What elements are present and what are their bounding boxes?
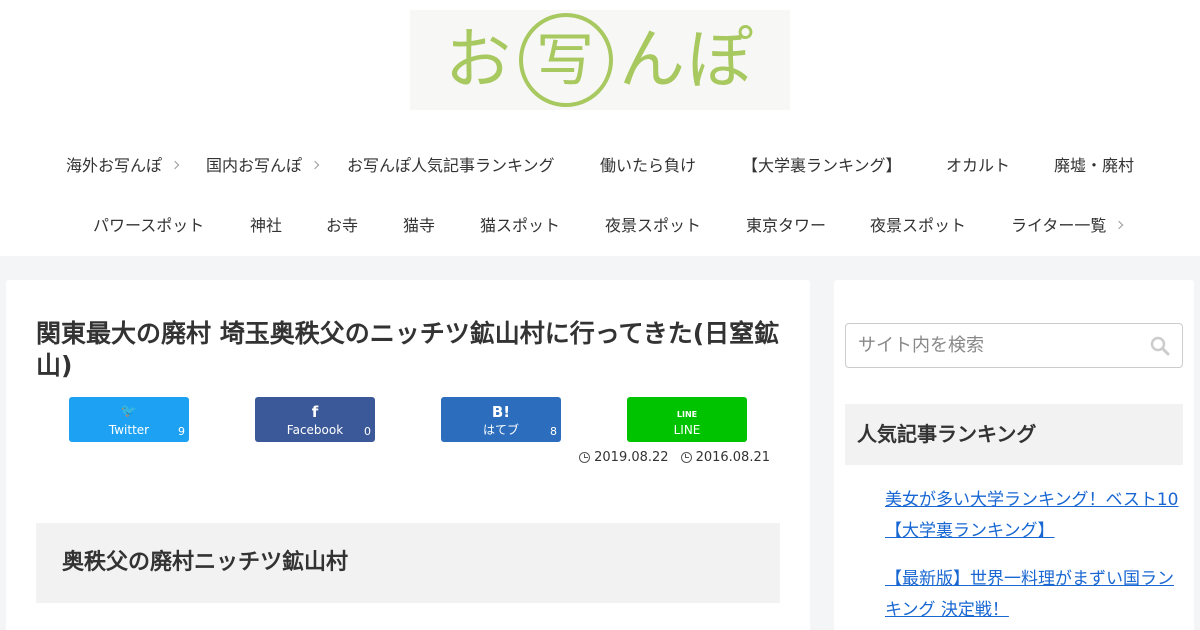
nav-item-label: 夜景スポット [870, 216, 967, 235]
search-box [845, 323, 1183, 368]
chevron-down-icon [310, 160, 320, 170]
article-card: 関東最大の廃村 埼玉奥秩父のニッチツ鉱山村に行ってきた(日窒鉱山) 🐦 Twitt… [6, 280, 810, 630]
nav-item-row1-2[interactable]: 国内お写んぽ [206, 136, 320, 196]
nav-item-label: オカルト [946, 156, 1011, 175]
nav-item-row2-7[interactable]: 東京タワー [746, 196, 826, 256]
share-label: Facebook [286, 423, 344, 437]
chevron-down-icon [170, 160, 180, 170]
nav-item-row1-5[interactable]: 【大学裏ランキング】 [742, 136, 902, 196]
site-header: お 写 んぽ 海外お写んぽ 国内お写んぽ お写んぽ人気記事ランキング 働いたら負け 【大… [0, 0, 1200, 256]
site-logo[interactable]: お 写 んぽ [410, 10, 790, 110]
nav-item-label: 夜景スポット [605, 216, 702, 235]
logo-char-npo: んぽ [619, 21, 755, 98]
nav-item-label: 国内お写んぽ [206, 156, 303, 175]
nav-item-row1-6[interactable]: オカルト [946, 136, 1010, 196]
nav-item-row1-4[interactable]: 働いたら負け [600, 136, 696, 196]
nav-item-label: ライター一覧 [1011, 216, 1107, 235]
share-button-はてブ[interactable]: B! はてブ 8 [441, 397, 561, 442]
nav-item-label: 猫スポット [480, 216, 561, 235]
share-count: 0 [364, 425, 371, 438]
section-heading: 奥秩父の廃村ニッチツ鉱山村 [36, 523, 780, 603]
facebook-icon: f [311, 403, 319, 421]
nav-item-row2-3[interactable]: お寺 [326, 196, 358, 256]
nav-item-row2-4[interactable]: 猫寺 [403, 196, 435, 256]
share-label: Twitter [108, 423, 150, 437]
nav-item-label: 神社 [250, 216, 283, 235]
nav-item-row1-7[interactable]: 廃墟・廃村 [1054, 136, 1134, 196]
sidebar: 人気記事ランキング 美女が多い大学ランキング！ベスト10【大学裏ランキング】 【… [834, 280, 1194, 630]
logo-circle-emblem: 写 [519, 13, 613, 107]
nav-item-row2-9[interactable]: ライター一覧 [1011, 196, 1124, 256]
nav-item-label: 東京タワー [746, 216, 827, 235]
nav-item-row2-6[interactable]: 夜景スポット [605, 196, 701, 256]
share-button-facebook[interactable]: f Facebook 0 [255, 397, 375, 442]
nav-item-label: お写んぽ人気記事ランキング [347, 156, 555, 175]
share-button-twitter[interactable]: 🐦 Twitter 9 [69, 397, 189, 442]
article-title: 関東最大の廃村 埼玉奥秩父のニッチツ鉱山村に行ってきた(日窒鉱山) [36, 319, 780, 380]
chevron-down-icon [1115, 220, 1124, 230]
published-date-text: 2016.08.21 [695, 450, 770, 465]
line-icon: LINE [676, 410, 698, 419]
nav-item-label: 【大学裏ランキング】 [742, 156, 902, 175]
nav-item-label: 海外お写んぽ [66, 156, 163, 175]
published-date: 2016.08.21 [680, 450, 770, 465]
logo-wordmark: お 写 んぽ [445, 13, 755, 107]
logo-char-o: お [445, 21, 513, 98]
nav-item-label: お寺 [326, 216, 359, 235]
nav-item-row2-8[interactable]: 夜景スポット [870, 196, 966, 256]
nav-item-label: 猫寺 [403, 216, 436, 235]
share-count: 9 [178, 425, 185, 438]
updated-date-text: 2019.08.22 [594, 450, 669, 465]
ranking-link-2[interactable]: 【最新版】世界一料理がまずい国ランキング 決定戦！ [885, 564, 1180, 626]
nav-item-row1-1[interactable]: 海外お写んぽ [66, 136, 180, 196]
nav-item-label: 働いたら負け [600, 156, 697, 175]
nav-item-label: パワースポット [93, 216, 205, 235]
ranking-link-1[interactable]: 美女が多い大学ランキング！ベスト10【大学裏ランキング】 [885, 485, 1180, 547]
ranking-widget-title: 人気記事ランキング [845, 404, 1183, 465]
twitter-bird-icon: 🐦 [120, 404, 138, 419]
share-button-line[interactable]: LINE LINE [627, 397, 747, 442]
updated-date: 2019.08.22 [579, 450, 669, 465]
article-dates: 2019.08.22 2016.08.21 [579, 450, 770, 465]
search-icon[interactable] [1150, 336, 1170, 356]
logo-char-sha: 写 [535, 26, 596, 94]
nav-item-row1-3[interactable]: お写んぽ人気記事ランキング [347, 136, 555, 196]
search-input[interactable] [846, 324, 1146, 367]
nav-item-label: 廃墟・廃村 [1054, 156, 1135, 175]
share-count: 8 [550, 425, 557, 438]
global-nav-row-1: 海外お写んぽ 国内お写んぽ お写んぽ人気記事ランキング 働いたら負け 【大学裏ランキング… [0, 136, 1200, 196]
nav-item-row2-2[interactable]: 神社 [250, 196, 282, 256]
clock-icon [680, 452, 692, 463]
update-history-icon [579, 452, 591, 463]
hatena-bookmark-icon: B! [491, 403, 511, 421]
nav-item-row2-1[interactable]: パワースポット [93, 196, 204, 256]
share-label: はてブ [482, 423, 519, 437]
global-nav-row-2: パワースポット 神社 お寺 猫寺 猫スポット 夜景スポット 東京タワー 夜景スポット ライター一… [0, 196, 1200, 256]
share-label: LINE [673, 423, 701, 437]
nav-item-row2-5[interactable]: 猫スポット [480, 196, 560, 256]
